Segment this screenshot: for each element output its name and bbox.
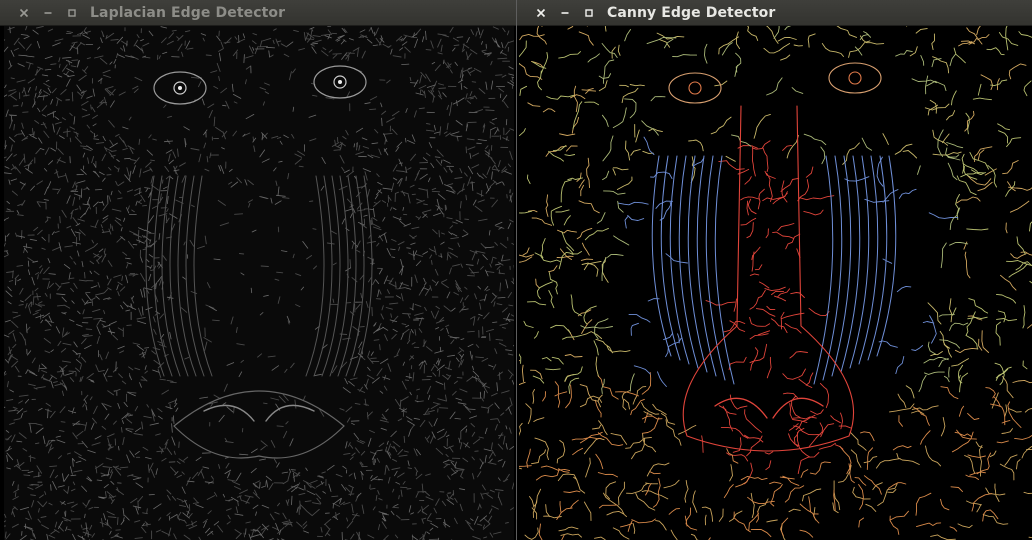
canny-image	[519, 26, 1032, 540]
maximize-button[interactable]	[60, 3, 84, 23]
maximize-icon	[585, 8, 593, 17]
window-title: Laplacian Edge Detector	[90, 4, 286, 21]
minimize-button[interactable]	[553, 3, 577, 23]
close-icon	[19, 8, 29, 17]
titlebar-laplacian[interactable]: Laplacian Edge Detector	[0, 0, 516, 26]
minimize-icon	[44, 11, 52, 14]
close-button[interactable]	[529, 3, 553, 23]
titlebar-canny[interactable]: Canny Edge Detector	[517, 0, 1032, 26]
maximize-button[interactable]	[577, 3, 601, 23]
canny-edge-image	[519, 26, 1032, 540]
window-controls	[529, 3, 601, 23]
window-controls	[12, 3, 84, 23]
close-button[interactable]	[12, 3, 36, 23]
canny-window: Canny Edge Detector	[517, 0, 1032, 540]
maximize-icon	[68, 8, 76, 17]
close-icon	[536, 8, 546, 17]
laplacian-edge-image	[4, 26, 514, 540]
desktop: Laplacian Edge Detector Canny Edge Detec…	[0, 0, 1032, 540]
minimize-icon	[561, 11, 569, 14]
laplacian-window: Laplacian Edge Detector	[0, 0, 516, 540]
minimize-button[interactable]	[36, 3, 60, 23]
window-title: Canny Edge Detector	[607, 4, 776, 21]
laplacian-image	[4, 26, 514, 540]
